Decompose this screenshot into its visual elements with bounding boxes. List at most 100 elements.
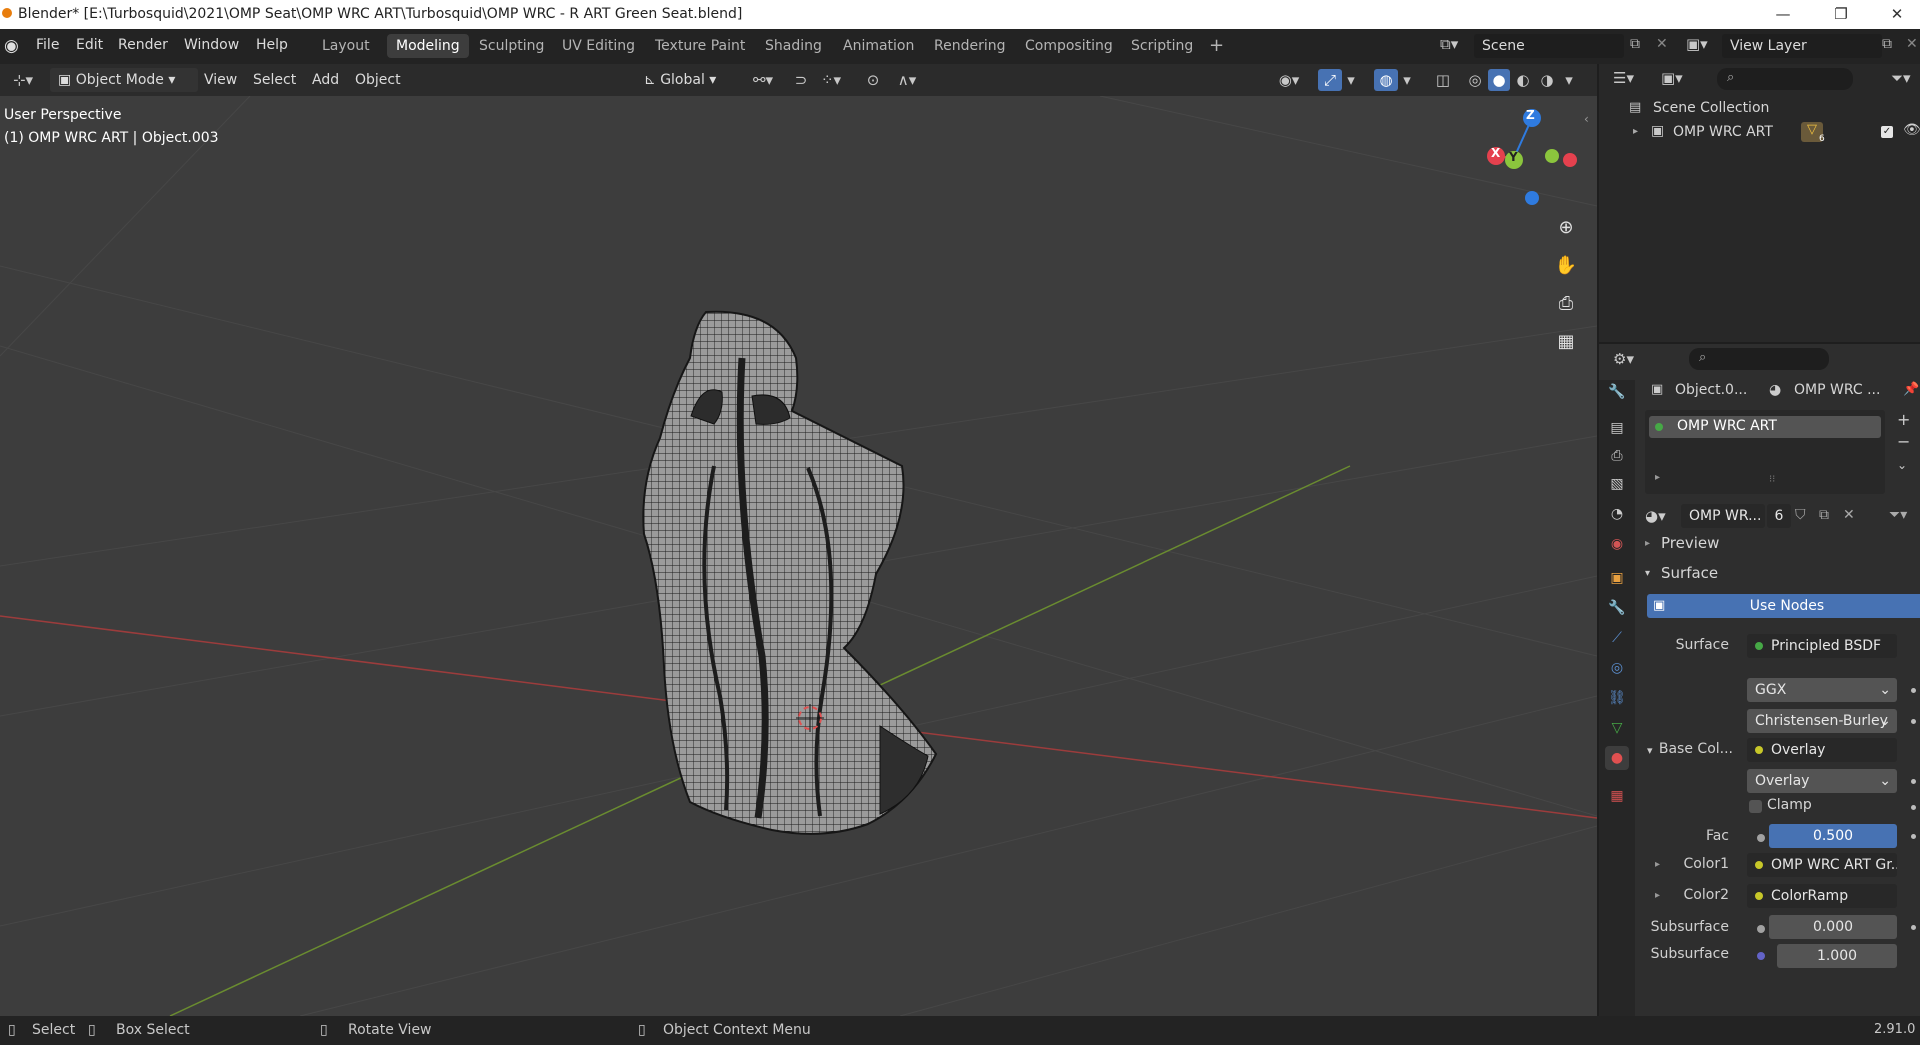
object-tab-icon[interactable]: ▣	[1605, 566, 1629, 590]
zoom-icon[interactable]: ⊕	[1550, 212, 1582, 244]
use-nodes-button[interactable]: ▣ Use Nodes	[1647, 594, 1920, 618]
add-workspace-icon[interactable]: +	[1200, 34, 1233, 58]
surface-shader-field[interactable]: Principled BSDF	[1747, 634, 1897, 658]
delete-scene-icon[interactable]: ✕	[1656, 36, 1668, 52]
delete-view-layer-icon[interactable]: ✕	[1906, 36, 1918, 52]
menu-object[interactable]: Object	[347, 68, 409, 92]
preview-expand-icon[interactable]: ▸	[1645, 538, 1650, 549]
world-tab-icon[interactable]: ◉	[1605, 532, 1629, 556]
menu-file[interactable]: File	[36, 37, 59, 53]
fake-user-shield-icon[interactable]: ⛉	[1795, 507, 1806, 523]
properties-editor-type-icon[interactable]: ⚙▾	[1613, 350, 1634, 368]
camera-view-icon[interactable]: ⎙	[1550, 288, 1582, 320]
new-scene-icon[interactable]: ⧉	[1630, 36, 1640, 52]
unlink-material-icon[interactable]: ✕	[1843, 507, 1855, 523]
remove-slot-button[interactable]: −	[1897, 432, 1910, 451]
slot-expand-icon[interactable]: ▸	[1655, 472, 1660, 483]
properties-search-input[interactable]: ⌕	[1689, 348, 1829, 370]
view-layer-field[interactable]: View Layer	[1722, 34, 1882, 58]
tab-shading[interactable]: Shading	[756, 34, 831, 58]
overlay-dropdown-icon[interactable]: ▾	[1400, 69, 1414, 91]
gizmo-toggle-icon[interactable]: ⤢	[1318, 69, 1342, 91]
scene-selector-icon[interactable]: ⧉▾	[1440, 35, 1470, 57]
keyframe-dot[interactable]	[1911, 719, 1916, 724]
surface-expand-icon[interactable]: ▾	[1645, 568, 1650, 579]
navigation-gizmo[interactable]	[1487, 109, 1577, 205]
collection-expand-icon[interactable]: ▸	[1633, 126, 1638, 137]
seat-model[interactable]	[642, 310, 938, 835]
subsurface-radius-field[interactable]: 1.000	[1777, 944, 1897, 968]
eye-icon[interactable]: 👁	[1903, 122, 1920, 138]
material-tab-icon[interactable]: ●	[1605, 746, 1629, 770]
collection-label[interactable]: OMP WRC ART	[1673, 124, 1773, 140]
keyframe-dot[interactable]	[1911, 779, 1916, 784]
tab-modeling[interactable]: Modeling	[387, 34, 469, 58]
close-button[interactable]: ✕	[1874, 0, 1920, 29]
exclude-checkbox[interactable]: ✓	[1881, 126, 1893, 138]
color2-field[interactable]: ColorRamp	[1747, 884, 1897, 908]
color1-field[interactable]: OMP WRC ART Gr...	[1747, 853, 1897, 877]
gizmo-dropdown-icon[interactable]: ▾	[1344, 69, 1358, 91]
editor-type-icon[interactable]: ⊹▾	[6, 69, 40, 91]
keyframe-dot[interactable]	[1911, 688, 1916, 693]
tab-compositing[interactable]: Compositing	[1016, 34, 1122, 58]
shading-dropdown-icon[interactable]: ▾	[1560, 69, 1578, 91]
surface-panel-header[interactable]: Surface	[1661, 564, 1718, 582]
menu-help[interactable]: Help	[256, 37, 288, 53]
pan-hand-icon[interactable]: ✋	[1550, 250, 1582, 282]
tab-rendering[interactable]: Rendering	[925, 34, 1015, 58]
material-slot-item[interactable]: OMP WRC ART	[1649, 416, 1881, 438]
sidebar-toggle-icon[interactable]: ‹	[1584, 112, 1589, 126]
clamp-checkbox[interactable]	[1749, 800, 1762, 813]
menu-add[interactable]: Add	[304, 68, 347, 92]
outliner-search-input[interactable]: ⌕	[1717, 68, 1853, 90]
keyframe-dot[interactable]	[1911, 834, 1916, 839]
tab-texture-paint[interactable]: Texture Paint	[646, 34, 754, 58]
fac-slider[interactable]: 0.500	[1769, 824, 1897, 848]
preview-panel-header[interactable]: Preview	[1661, 534, 1719, 552]
menu-window[interactable]: Window	[184, 37, 239, 53]
snap-target-icon[interactable]: ⁘▾	[814, 69, 848, 91]
material-preview-shading-icon[interactable]: ◐	[1512, 69, 1534, 91]
ortho-grid-icon[interactable]: ▦	[1550, 326, 1582, 358]
tab-uv-editing[interactable]: UV Editing	[553, 34, 644, 58]
menu-view[interactable]: View	[196, 68, 245, 92]
tab-scripting[interactable]: Scripting	[1122, 34, 1202, 58]
tab-sculpting[interactable]: Sculpting	[470, 34, 553, 58]
add-slot-button[interactable]: +	[1897, 410, 1910, 429]
xray-toggle-icon[interactable]: ◫	[1432, 69, 1454, 91]
distribution-dropdown[interactable]: GGX ⌄	[1747, 678, 1897, 702]
menu-edit[interactable]: Edit	[76, 37, 103, 53]
proportional-edit-icon[interactable]: ⊙	[862, 69, 884, 91]
view-layer-tab-icon[interactable]: ▧	[1605, 472, 1629, 496]
tool-tab-icon[interactable]: 🔧	[1605, 380, 1629, 404]
tab-animation[interactable]: Animation	[834, 34, 923, 58]
menu-select[interactable]: Select	[245, 68, 304, 92]
duplicate-material-icon[interactable]: ⧉	[1819, 507, 1829, 523]
pivot-point-icon[interactable]: ⚯▾	[746, 69, 780, 91]
visibility-icon[interactable]: ◉▾	[1272, 69, 1306, 91]
material-browse-icon[interactable]: ◕▾	[1645, 504, 1679, 528]
slot-specials-button[interactable]: ⌄	[1897, 458, 1907, 472]
particles-tab-icon[interactable]: ⟋	[1605, 626, 1629, 650]
physics-tab-icon[interactable]: ◎	[1605, 656, 1629, 680]
user-count[interactable]: 6	[1767, 504, 1791, 528]
object-data-tab-icon[interactable]: ▽	[1605, 716, 1629, 740]
snap-toggle-icon[interactable]: ⊃	[790, 69, 812, 91]
keyframe-dot[interactable]	[1911, 805, 1916, 810]
outliner-editor-type-icon[interactable]: ☰▾	[1613, 69, 1634, 87]
solid-shading-icon[interactable]: ●	[1488, 69, 1510, 91]
rendered-shading-icon[interactable]: ◑	[1536, 69, 1558, 91]
list-resize-handle[interactable]: ⁝⁝	[1769, 474, 1775, 485]
scene-name-field[interactable]: Scene	[1474, 34, 1624, 58]
modifier-tab-icon[interactable]: 🔧	[1605, 596, 1629, 620]
view-layer-selector-icon[interactable]: ▣▾	[1686, 35, 1716, 57]
subsurface-slider[interactable]: 0.000	[1769, 915, 1897, 939]
subsurface-method-dropdown[interactable]: Christensen-Burley ⌄	[1747, 709, 1897, 733]
maximize-button[interactable]: ❐	[1818, 0, 1864, 29]
minimize-button[interactable]: —	[1760, 0, 1806, 29]
new-view-layer-icon[interactable]: ⧉	[1882, 36, 1892, 52]
output-tab-icon[interactable]: ⎙	[1605, 444, 1629, 468]
3d-viewport[interactable]: Z X Y User Perspective (1) OMP WRC ART |…	[0, 96, 1597, 1016]
texture-tab-icon[interactable]: ▦	[1605, 784, 1629, 808]
